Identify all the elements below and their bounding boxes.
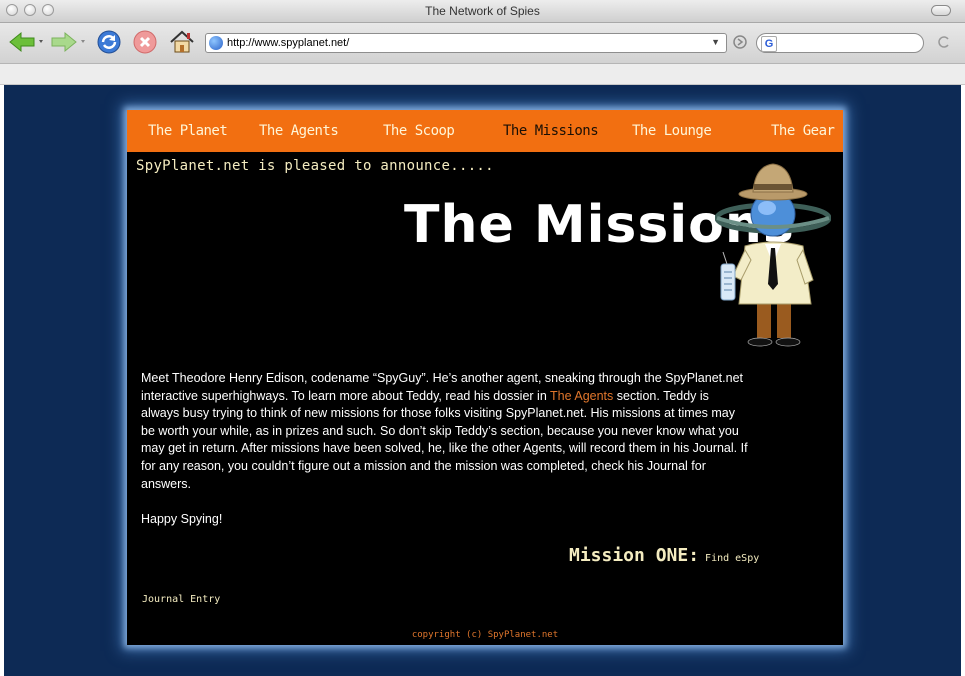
- bookmarks-bar: [0, 64, 965, 85]
- nav-item-the-gear[interactable]: The Gear: [771, 123, 835, 139]
- stop-button[interactable]: [131, 29, 159, 55]
- go-button[interactable]: [730, 29, 750, 55]
- signoff-text: Happy Spying!: [141, 511, 223, 526]
- stop-icon: [133, 30, 157, 54]
- announcement: SpyPlanet.net is pleased to announce....…: [136, 158, 494, 174]
- window-title: The Network of Spies: [425, 4, 540, 18]
- browser-toolbar: http://www.spyplanet.net/ ▼ G: [0, 23, 965, 64]
- intro-text-part2: section. Teddy is always busy trying to …: [141, 388, 748, 491]
- site-globe-icon: [209, 36, 223, 50]
- address-url: http://www.spyplanet.net/: [227, 37, 350, 49]
- nav-item-the-missions[interactable]: The Missions: [503, 123, 599, 139]
- nav-item-the-agents[interactable]: The Agents: [259, 123, 339, 139]
- page-background: The Planet The Agents The Scoop The Miss…: [4, 85, 961, 676]
- site-panel: The Planet The Agents The Scoop The Miss…: [127, 110, 843, 645]
- intro-paragraph: Meet Theodore Henry Edison, codename “Sp…: [141, 370, 749, 493]
- copyright-notice: copyright (c) SpyPlanet.net: [411, 630, 559, 640]
- mission-description: Meet Theodore Henry Edison, codename “Sp…: [141, 370, 749, 528]
- address-bar[interactable]: http://www.spyplanet.net/ ▼: [205, 33, 727, 53]
- back-arrow-icon: [9, 31, 43, 53]
- spinner-indicator: [934, 29, 954, 55]
- nav-item-the-lounge[interactable]: The Lounge: [632, 123, 712, 139]
- toolbar-toggle-button[interactable]: [931, 5, 951, 16]
- chevron-down-icon[interactable]: ▼: [711, 37, 720, 47]
- nav-item-the-planet[interactable]: The Planet: [148, 123, 228, 139]
- reload-button[interactable]: [95, 29, 123, 55]
- journal-entry-link[interactable]: Journal Entry: [142, 594, 220, 605]
- go-circle-icon: [733, 35, 747, 49]
- spyguy-illustration: [715, 163, 831, 347]
- nav-item-the-scoop[interactable]: The Scoop: [383, 123, 455, 139]
- main-nav: The Planet The Agents The Scoop The Miss…: [127, 110, 843, 152]
- forward-button[interactable]: [50, 29, 90, 55]
- home-button[interactable]: [167, 29, 197, 55]
- loading-spinner-icon: [938, 36, 949, 48]
- search-field[interactable]: G: [756, 33, 924, 53]
- google-search-icon[interactable]: G: [761, 36, 777, 52]
- the-agents-link[interactable]: The Agents: [550, 389, 613, 403]
- reload-icon: [97, 30, 121, 54]
- window-titlebar: The Network of Spies: [0, 0, 965, 23]
- forward-arrow-icon: [51, 31, 85, 53]
- back-button[interactable]: [8, 29, 48, 55]
- mission-label: Mission ONE:: [569, 545, 700, 566]
- find-espy-link[interactable]: Find eSpy: [705, 553, 759, 564]
- home-icon: [170, 30, 194, 53]
- mission-one: Mission ONE: Find eSpy: [569, 545, 759, 566]
